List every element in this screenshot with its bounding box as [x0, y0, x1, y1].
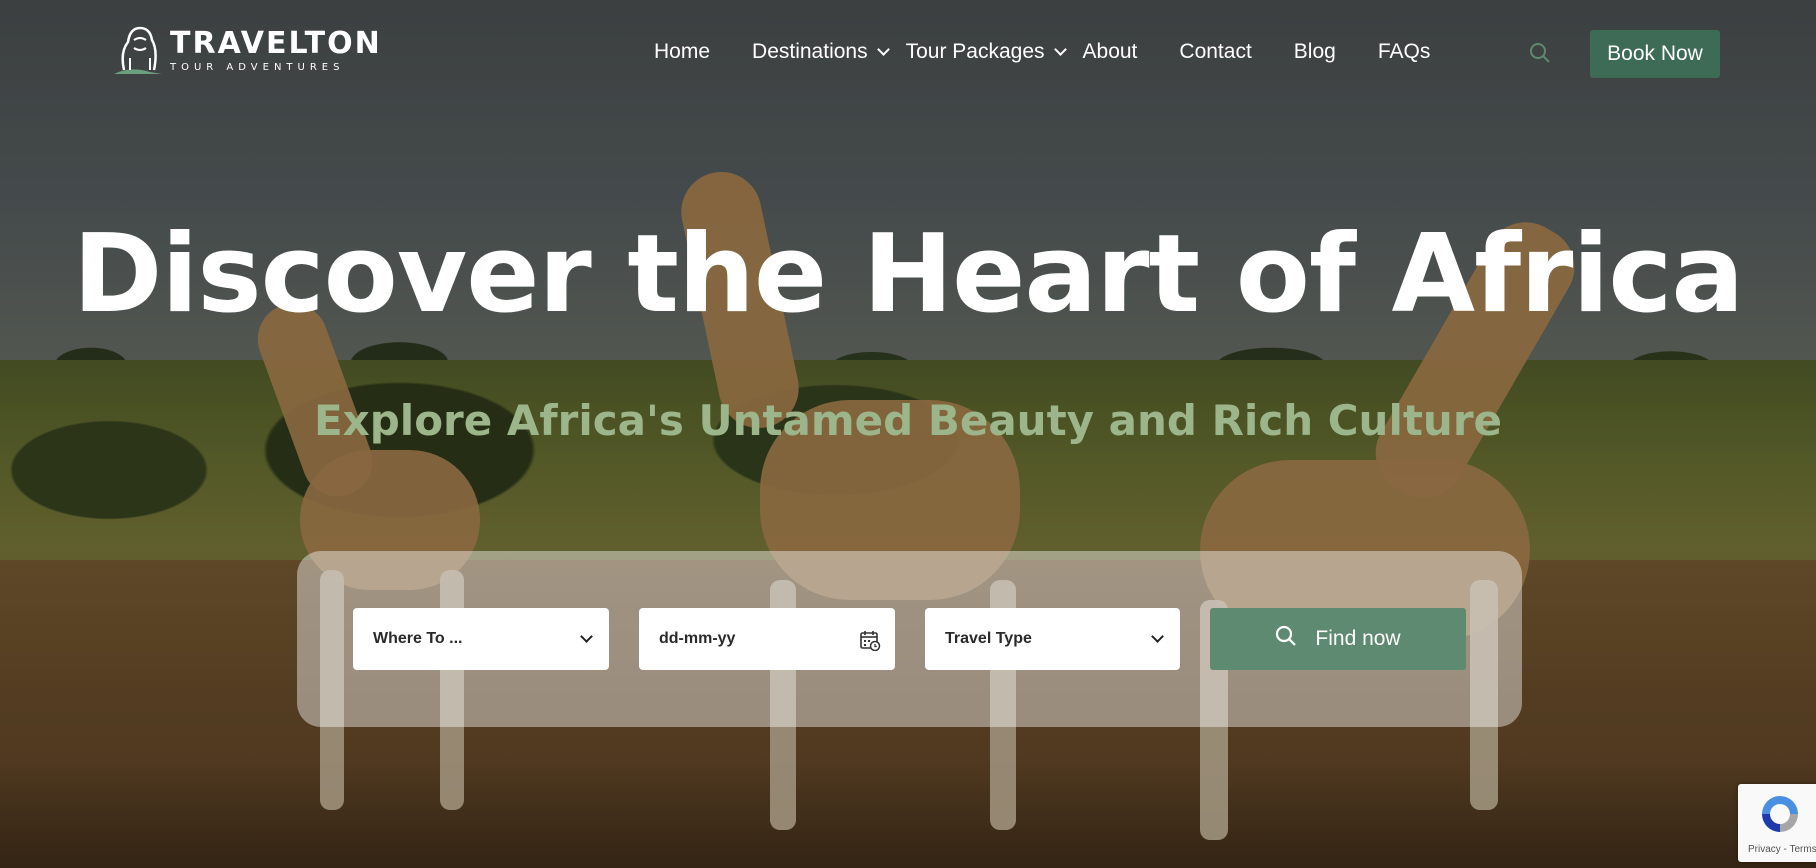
travel-type-select-value: Travel Type	[945, 630, 1032, 647]
nav-tour-packages[interactable]: Tour Packages	[905, 40, 1067, 64]
brand-tagline: TOUR ADVENTURES	[170, 61, 345, 73]
site-header: TRAVELTON TOUR ADVENTURES Home Destinati…	[0, 0, 1816, 108]
search-icon	[1275, 625, 1297, 653]
nav-about[interactable]: About	[1083, 40, 1138, 64]
gorilla-logo-icon	[110, 22, 164, 78]
chevron-down-icon	[1053, 42, 1067, 56]
hero-subtitle: Explore Africa's Untamed Beauty and Rich…	[313, 396, 1503, 445]
nav-about-label: About	[1082, 40, 1138, 63]
search-icon[interactable]	[1529, 42, 1551, 64]
nav-blog-label: Blog	[1293, 40, 1336, 63]
nav-destinations-label: Destinations	[752, 40, 868, 63]
main-nav: Home Destinations Tour Packages About Co…	[654, 40, 1430, 64]
nav-faqs[interactable]: FAQs	[1378, 40, 1431, 64]
nav-home-label: Home	[654, 40, 711, 63]
nav-destinations[interactable]: Destinations	[752, 40, 890, 64]
find-now-label: Find now	[1315, 627, 1401, 650]
nav-contact-label: Contact	[1179, 40, 1252, 63]
nav-tour-packages-label: Tour Packages	[905, 40, 1045, 63]
nav-home[interactable]: Home	[654, 40, 710, 64]
find-now-button[interactable]: Find now	[1210, 608, 1466, 670]
book-now-button[interactable]: Book Now	[1590, 30, 1720, 78]
hero-title: Discover the Heart of Africa	[72, 212, 1745, 337]
calendar-icon[interactable]	[859, 629, 881, 652]
brand-logo[interactable]: TRAVELTON TOUR ADVENTURES	[110, 22, 382, 78]
chevron-down-icon	[876, 42, 890, 56]
date-input[interactable]: dd-mm-yy	[639, 608, 895, 670]
date-input-value: dd-mm-yy	[659, 630, 736, 647]
destination-select[interactable]: Where To ...	[353, 608, 609, 670]
nav-contact[interactable]: Contact	[1179, 40, 1251, 64]
chevron-down-icon	[1151, 630, 1164, 643]
recaptcha-links[interactable]: Privacy - Terms	[1748, 844, 1816, 855]
recaptcha-icon	[1758, 792, 1802, 836]
brand-name: TRAVELTON	[170, 25, 382, 61]
nav-faqs-label: FAQs	[1377, 40, 1431, 63]
recaptcha-badge[interactable]: Privacy - Terms	[1738, 784, 1816, 862]
destination-select-value: Where To ...	[373, 630, 463, 647]
nav-blog[interactable]: Blog	[1294, 40, 1336, 64]
chevron-down-icon	[580, 630, 593, 643]
travel-type-select[interactable]: Travel Type	[925, 608, 1180, 670]
